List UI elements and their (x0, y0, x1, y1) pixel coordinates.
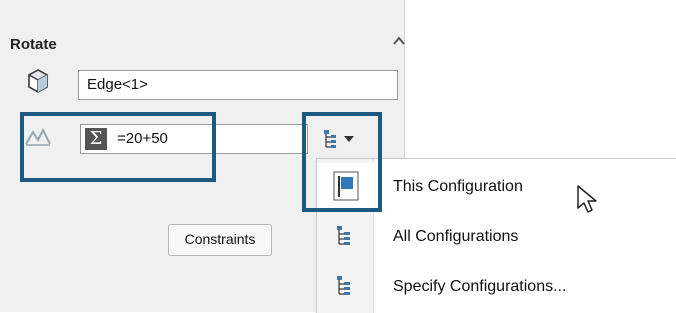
menu-item-all-configurations[interactable]: All Configurations (317, 213, 676, 261)
mouse-cursor-icon (577, 185, 597, 213)
chevron-up-icon[interactable] (392, 34, 406, 48)
highlight-angle-field (20, 112, 216, 182)
menu-item-label: Specify Configurations... (393, 278, 567, 295)
menu-item-specify-configurations[interactable]: Specify Configurations... (317, 263, 676, 311)
menu-item-label: This Configuration (393, 178, 523, 195)
panel-title: Rotate (10, 36, 57, 53)
edge-selection-field[interactable]: Edge<1> (78, 70, 398, 100)
cube-icon (27, 69, 49, 93)
constraints-button[interactable]: Constraints (168, 224, 272, 256)
all-configurations-icon (337, 226, 350, 245)
menu-item-label: All Configurations (393, 228, 519, 245)
highlight-configuration-button (302, 112, 382, 212)
specify-configurations-icon (337, 276, 350, 295)
